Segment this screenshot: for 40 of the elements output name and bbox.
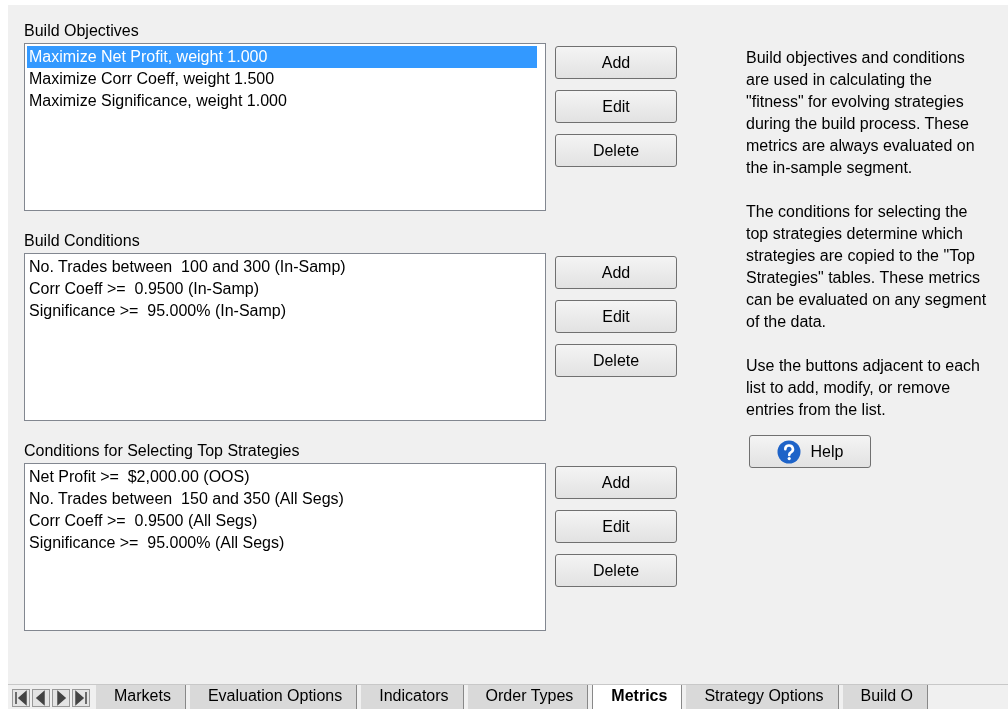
next-icon[interactable] (52, 689, 70, 707)
list-box[interactable]: No. Trades between 100 and 300 (In-Samp) Corr Coeff >= 0.9500 (In-Samp) Significance >= 95.000% (In-Samp) (24, 253, 546, 421)
action-button[interactable]: Delete (555, 554, 677, 587)
list-item[interactable]: Significance >= 95.000% (All Segs) (27, 532, 537, 554)
tab[interactable]: Build O (842, 685, 928, 709)
tab[interactable]: Order Types (467, 685, 589, 709)
tab[interactable]: Evaluation Options (189, 685, 358, 709)
list-box[interactable]: Net Profit >= $2,000.00 (OOS) No. Trades between 150 and 350 (All Segs) Corr Coeff >= 0.9500 (All Segs) Significance >= 95.000% (All Segs) (24, 463, 546, 631)
help-paragraph: Use the buttons adjacent to each list to add, modify, or remove entries from the list. (746, 356, 981, 420)
help-icon (776, 439, 801, 464)
tab[interactable]: Indicators (361, 685, 464, 709)
list-label: Conditions for Selecting Top Strategies (24, 441, 300, 461)
list-box[interactable]: Maximize Net Profit, weight 1.000 Maximize Corr Coeff, weight 1.500 Maximize Significance, weight 1.000 (24, 43, 546, 211)
list-item[interactable]: Corr Coeff >= 0.9500 (In-Samp) (27, 278, 537, 300)
list-item[interactable]: Maximize Corr Coeff, weight 1.500 (27, 68, 537, 90)
action-button[interactable]: Add (555, 256, 677, 289)
action-button[interactable]: Delete (555, 134, 677, 167)
list-label: Build Conditions (24, 231, 140, 251)
list-item[interactable]: Maximize Significance, weight 1.000 (27, 90, 537, 112)
list-item[interactable]: No. Trades between 150 and 350 (All Segs) (27, 488, 537, 510)
action-button[interactable]: Edit (555, 90, 677, 123)
list-label: Build Objectives (24, 21, 139, 41)
list-item[interactable]: Corr Coeff >= 0.9500 (All Segs) (27, 510, 537, 532)
action-button[interactable]: Add (555, 466, 677, 499)
action-button[interactable]: Delete (555, 344, 677, 377)
action-button[interactable]: Add (555, 46, 677, 79)
help-paragraph: Build objectives and conditions are used in calculating the "fitness" for evolving strategies during the build process. These metrics are always evaluated on the in-sample segment. (746, 48, 976, 178)
tab[interactable]: Strategy Options (686, 685, 839, 709)
last-icon[interactable] (72, 689, 90, 707)
previous-icon[interactable] (32, 689, 50, 707)
tab[interactable]: Markets (96, 685, 186, 709)
first-icon[interactable] (12, 689, 30, 707)
help-paragraph: The conditions for selecting the top strategies determine which strategies are copied to the "Top Strategies" tables. These metrics can be evaluated on any segment of the data. (746, 202, 988, 332)
list-item[interactable]: No. Trades between 100 and 300 (In-Samp) (27, 256, 537, 278)
action-button[interactable]: Edit (555, 300, 677, 333)
list-item[interactable]: Significance >= 95.000% (In-Samp) (27, 300, 537, 322)
tab[interactable]: Metrics (592, 685, 683, 709)
list-item[interactable]: Net Profit >= $2,000.00 (OOS) (27, 466, 537, 488)
action-button[interactable]: Edit (555, 510, 677, 543)
help-button[interactable]: Help (749, 435, 871, 468)
